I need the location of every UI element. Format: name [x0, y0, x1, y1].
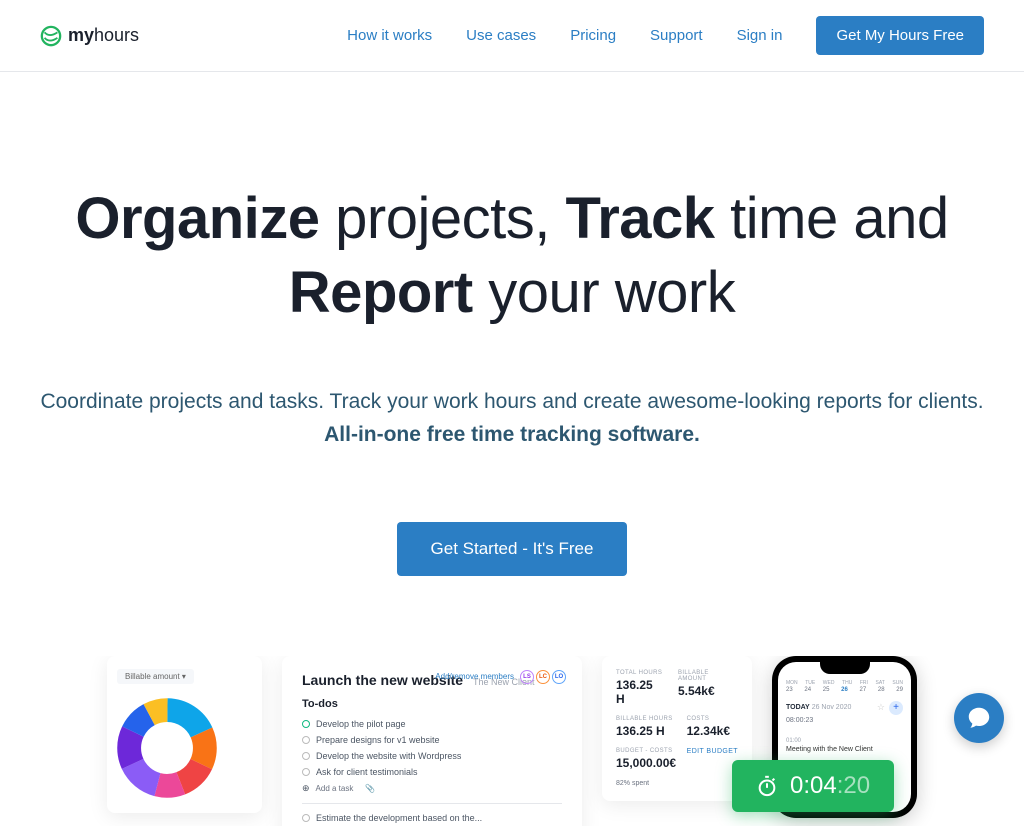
logo-icon [40, 25, 62, 47]
edit-budget-link: Edit budget [687, 748, 738, 755]
stat-value: 136.25 H [616, 678, 664, 706]
donut-chart-card: Billable amount ▾ [107, 656, 262, 813]
main-header: myhours How it works Use cases Pricing S… [0, 0, 1024, 72]
todo-item: Develop the pilot page [302, 716, 562, 732]
nav-how-it-works[interactable]: How it works [347, 27, 432, 44]
hero-section: Organize projects, Track time and Report… [0, 72, 1024, 576]
add-task-link: ⊕ Add a task 📎 [302, 780, 562, 797]
stats-card: TOTAL HOURS 136.25 H BILLABLE AMOUNT 5.5… [602, 656, 752, 801]
donut-chart-icon [117, 698, 217, 798]
stat-label: BILLABLE HOURS [616, 716, 673, 722]
get-free-button[interactable]: Get My Hours Free [816, 16, 984, 55]
chat-icon [966, 705, 992, 731]
todo-item: Estimate the development based on the... [302, 810, 562, 826]
nav-support[interactable]: Support [650, 27, 703, 44]
chat-widget-button[interactable] [954, 693, 1004, 743]
nav-use-cases[interactable]: Use cases [466, 27, 536, 44]
plus-icon: ⊕ [302, 783, 310, 794]
product-mockup: Billable amount ▾ Add/remove members LS … [0, 656, 1024, 826]
member-avatar: LS [520, 670, 534, 684]
pin-icon: 📎 [365, 784, 375, 793]
hero-title: Organize projects, Track time and Report… [30, 182, 994, 330]
main-nav: How it works Use cases Pricing Support S… [347, 16, 984, 55]
donut-dropdown: Billable amount ▾ [117, 669, 194, 684]
star-icon: ☆ [877, 702, 885, 713]
stopwatch-icon [756, 775, 778, 797]
todo-item: Prepare designs for v1 website [302, 732, 562, 748]
get-started-button[interactable]: Get Started - It's Free [397, 522, 628, 576]
hero-subtitle: Coordinate projects and tasks. Track you… [30, 386, 994, 451]
brand-text: myhours [68, 25, 139, 46]
stat-value: 5.54k€ [678, 684, 738, 698]
nav-pricing[interactable]: Pricing [570, 27, 616, 44]
todo-card: Add/remove members LS LC LO Launch the n… [282, 656, 582, 826]
add-remove-members: Add/remove members [435, 672, 514, 681]
todo-item: Ask for client testimonials [302, 764, 562, 780]
stat-label: COSTS [687, 716, 730, 722]
phone-entry: Meeting with the New Client [786, 746, 903, 753]
stat-label: BILLABLE AMOUNT [678, 670, 738, 682]
nav-sign-in[interactable]: Sign in [737, 27, 783, 44]
stat-label: TOTAL HOURS [616, 670, 664, 676]
member-avatar: LC [536, 670, 550, 684]
todos-heading: To-dos [302, 698, 562, 710]
member-avatar: LO [552, 670, 566, 684]
spent-label: 82% spent [616, 780, 738, 787]
brand-logo[interactable]: myhours [40, 25, 139, 47]
phone-time: 08:00:23 [786, 717, 903, 724]
stat-value: 136.25 H [616, 724, 673, 738]
stat-label: BUDGET - COSTSEdit budget [616, 748, 738, 754]
members-row: Add/remove members LS LC LO [435, 670, 566, 684]
plus-icon: + [889, 701, 903, 715]
timer-pill: 0:04:20 [732, 760, 894, 812]
todo-item: Develop the website with Wordpress [302, 748, 562, 764]
stat-value: 12.34k€ [687, 724, 730, 738]
